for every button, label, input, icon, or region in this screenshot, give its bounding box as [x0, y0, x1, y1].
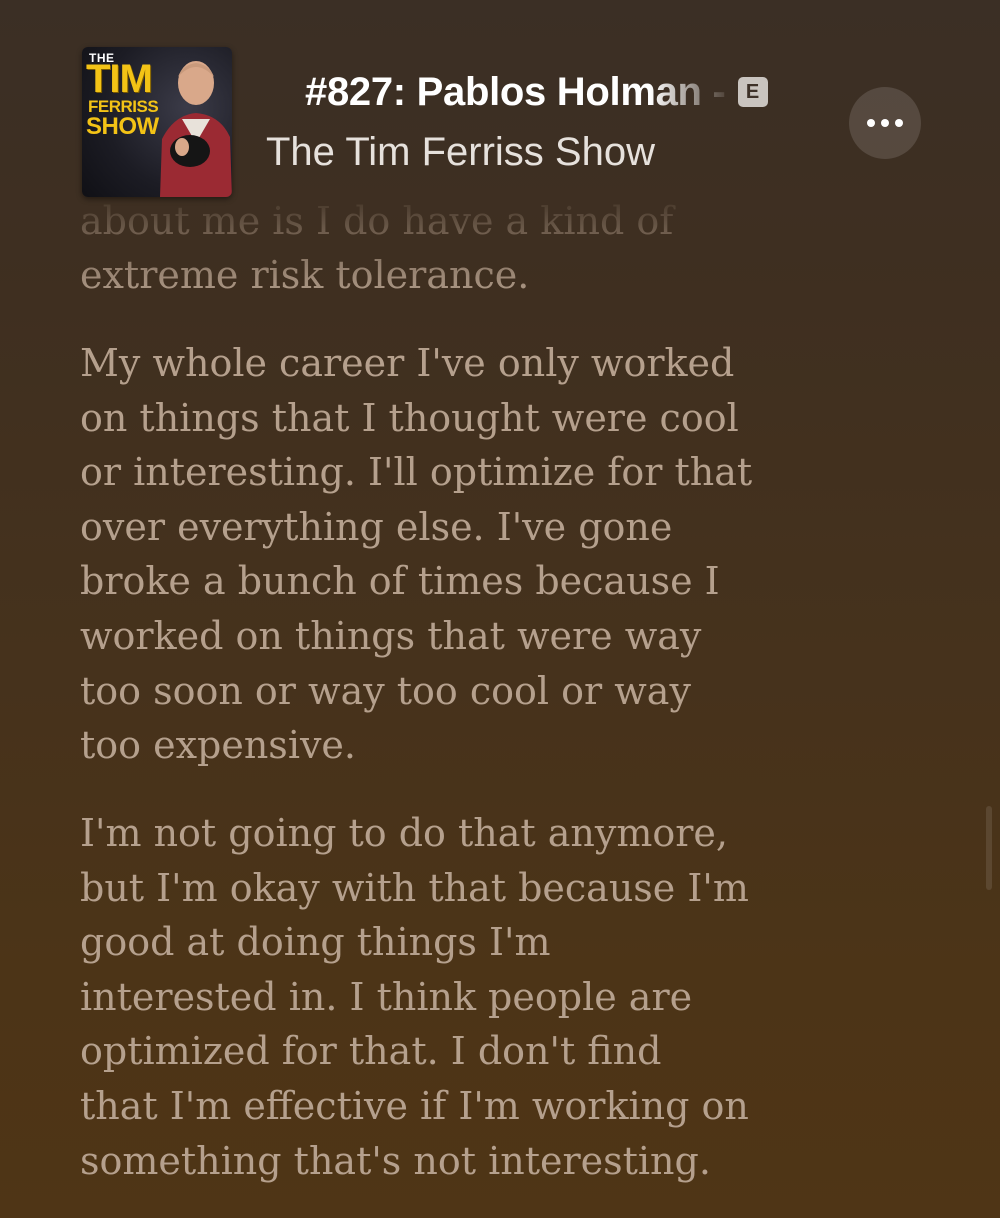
transcript-text-area[interactable]: about me is I do have a kind of extreme …: [80, 192, 780, 1218]
explicit-badge: E: [737, 77, 768, 107]
transcript-line: broke a bunch of times because I: [80, 559, 720, 604]
episode-title-row[interactable]: #827: Pablos Holman - E: [305, 66, 825, 118]
transcript-line: extreme risk tolerance.: [80, 253, 530, 297]
transcript-line: but I'm okay with that because I'm: [80, 865, 749, 910]
show-name-link[interactable]: The Tim Ferriss Show: [266, 130, 655, 175]
transcript-line: My whole career I've only worked: [80, 341, 735, 385]
transcript-line: something that's not interesting.: [80, 1138, 711, 1183]
ellipsis-icon: [867, 119, 903, 127]
transcript-line: too soon or way too cool or way: [80, 668, 691, 713]
transcript-paragraph: My whole career I've only worked on thin…: [80, 336, 780, 773]
artwork-tim-text: TIM: [86, 57, 153, 101]
transcript-scrollbar[interactable]: [986, 806, 992, 890]
more-options-button[interactable]: [849, 87, 921, 159]
host-portrait-image: [160, 61, 232, 197]
now-playing-header: THE TIM FERRISS SHOW #827: Pablos Holman…: [0, 0, 1000, 210]
transcript-previous-paragraph: about me is I do have a kind of extreme …: [80, 192, 780, 302]
transcript-line: good at doing things I'm: [80, 920, 551, 965]
transcript-paragraph: I'm not going to do that anymore, but I'…: [80, 806, 780, 1188]
transcript-line: that I'm effective if I'm working on: [80, 1083, 749, 1128]
artwork-show-text: SHOW: [86, 113, 159, 140]
transcript-line: worked on things that were way: [80, 613, 702, 658]
transcript-line: optimized for that. I don't find: [80, 1029, 662, 1074]
transcript-line: on things that I thought were cool: [80, 395, 739, 440]
transcript-screen: THE TIM FERRISS SHOW #827: Pablos Holman…: [0, 0, 1000, 1218]
transcript-line: or interesting. I'll optimize for that: [80, 450, 753, 495]
transcript-line: interested in. I think people are: [80, 974, 693, 1019]
transcript-line: over everything else. I've gone: [80, 504, 673, 549]
transcript-line: about me is I do have a kind of: [80, 199, 674, 243]
podcast-artwork[interactable]: THE TIM FERRISS SHOW: [82, 47, 232, 197]
transcript-line: too expensive.: [80, 723, 357, 768]
episode-title: #827: Pablos Holman -: [305, 69, 726, 114]
transcript-line: I'm not going to do that anymore,: [80, 811, 729, 855]
